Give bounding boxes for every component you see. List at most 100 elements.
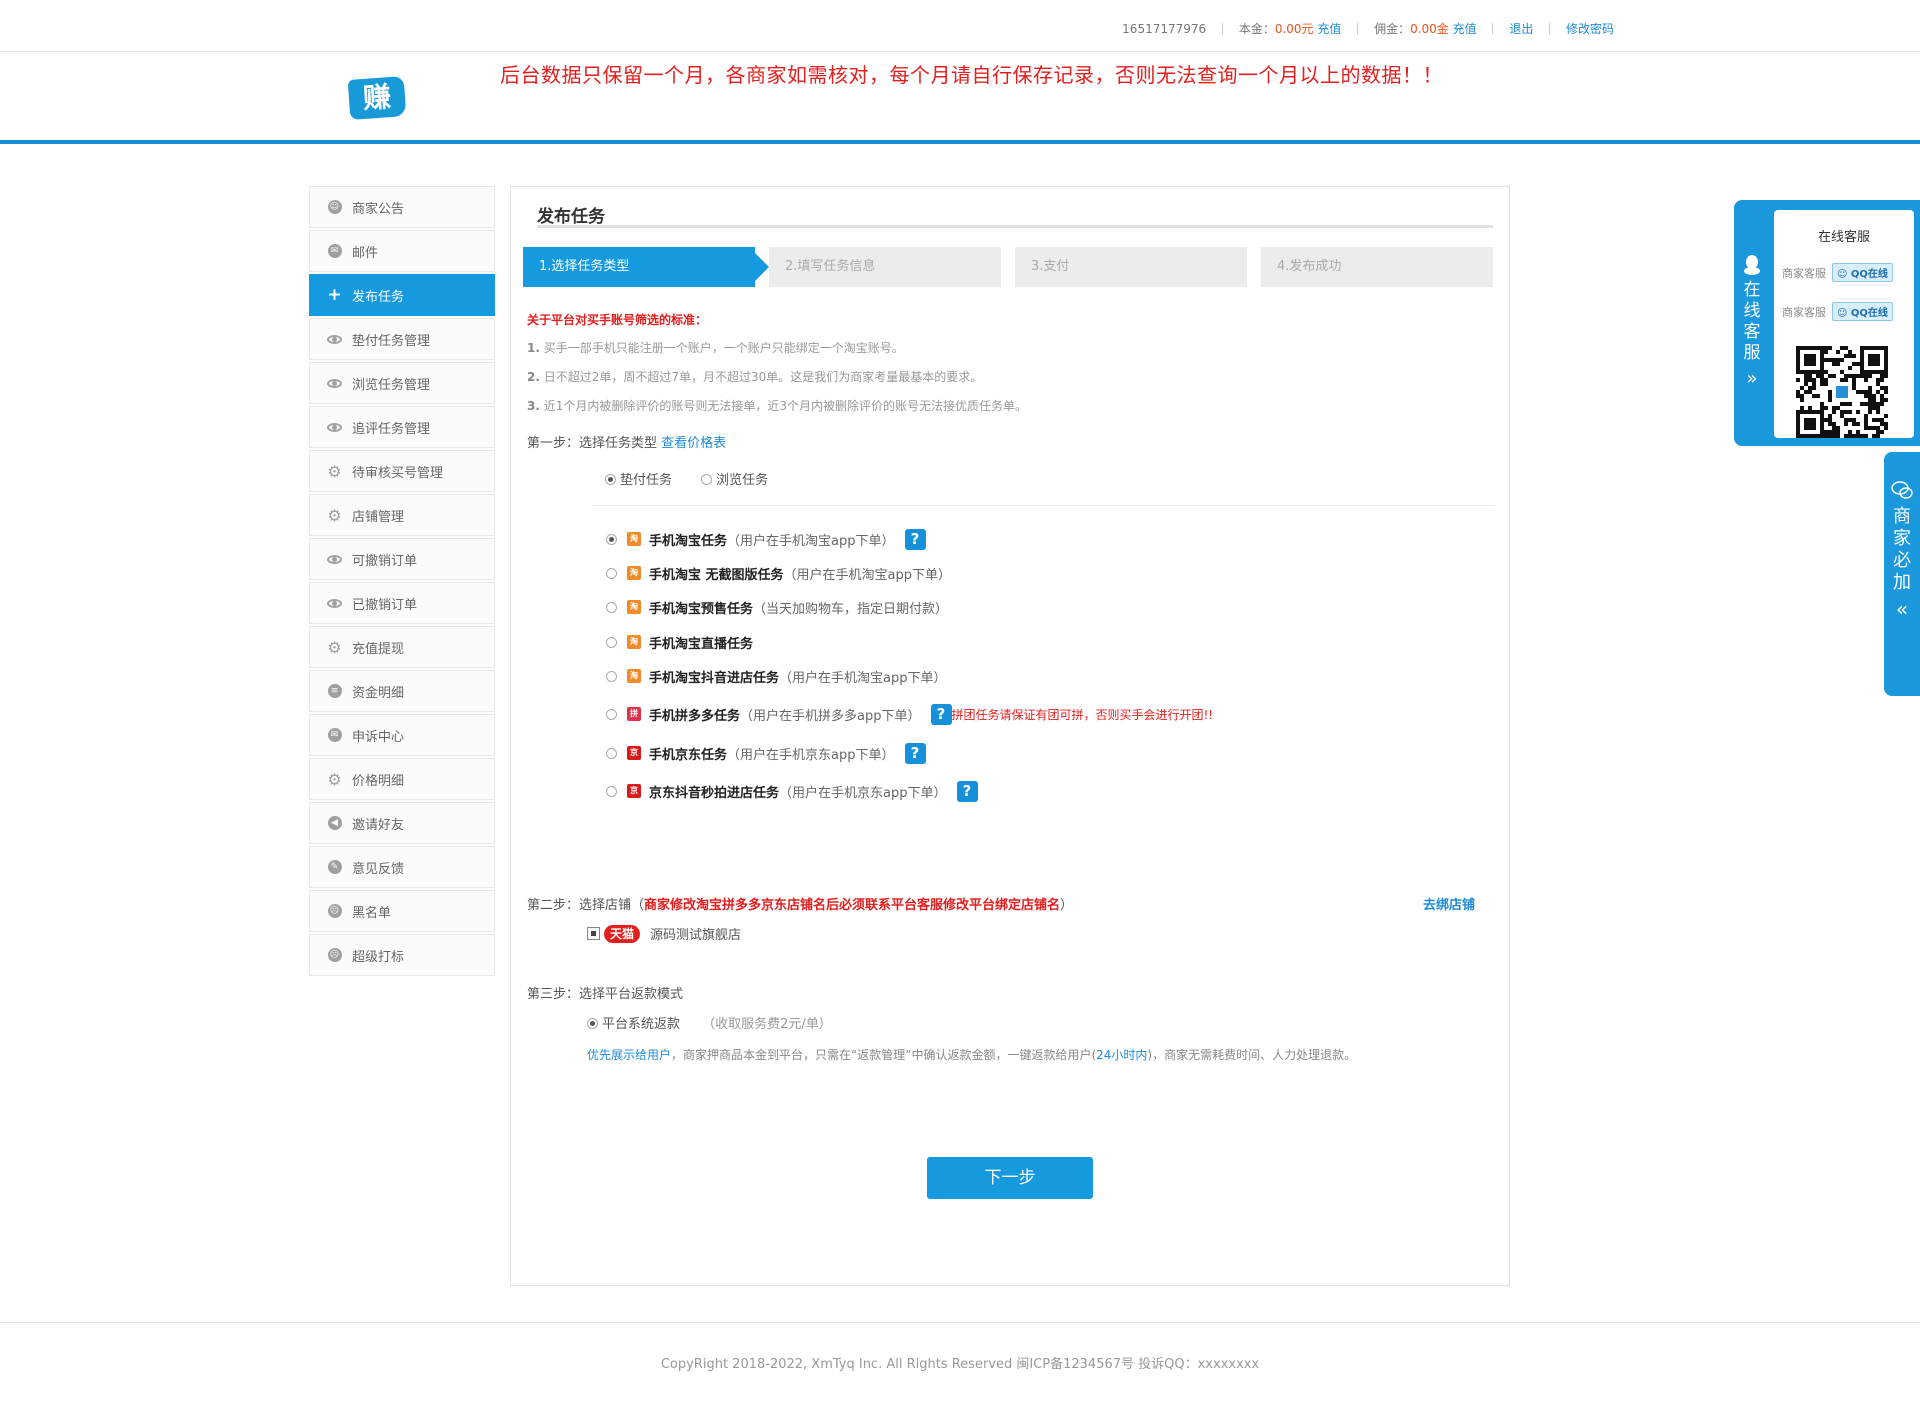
task-option[interactable]: 拼手机拼多多任务 （用户在手机拼多多app下单）? 拼团任务请保证有团可拼，否则买手… bbox=[606, 702, 1213, 726]
sidebar-item-11[interactable]: ≡ 资金明细 bbox=[309, 670, 495, 712]
sad-icon: ☹ bbox=[327, 948, 342, 963]
sidebar-item-17[interactable]: ☹ 超级打标 bbox=[309, 934, 495, 976]
rule-num: 1. bbox=[527, 341, 540, 355]
sidebar-item-9[interactable]: 已撤销订单 bbox=[309, 582, 495, 624]
logout-link[interactable]: 退出 bbox=[1509, 22, 1533, 36]
refund-mode-option[interactable]: 平台系统返款 （收取服务费2元/单） bbox=[587, 1013, 832, 1032]
step1-label: 第一步：选择任务类型 查看价格表 bbox=[527, 432, 726, 451]
sidebar-item-label: 邀请好友 bbox=[352, 817, 405, 833]
task-name: 手机京东任务 bbox=[649, 747, 728, 763]
rule-text: 日不超过2单，周不超过7单，月不超过30单。这是我们为商家考量最基本的要求。 bbox=[543, 370, 983, 384]
sidebar-item-7[interactable]: ⚙ 店铺管理 bbox=[309, 494, 495, 536]
refund-fee: （收取服务费2元/单） bbox=[702, 1017, 832, 1032]
radio-icon[interactable] bbox=[606, 567, 617, 579]
task-desc: （当天加购物车，指定日期付款） bbox=[753, 601, 949, 617]
radio-icon[interactable] bbox=[606, 785, 617, 797]
commission-value: 0.00金 bbox=[1410, 22, 1449, 36]
sidebar-item-16[interactable]: ☹ 黑名单 bbox=[309, 890, 495, 932]
service-label: 商家客服 bbox=[1782, 266, 1826, 280]
task-option[interactable]: 淘手机淘宝直播任务 bbox=[606, 630, 753, 654]
bind-shop-link[interactable]: 去绑店铺 bbox=[1423, 894, 1475, 913]
task-kind-browse[interactable]: 浏览任务 bbox=[701, 473, 768, 488]
help-icon[interactable]: ? bbox=[904, 528, 926, 550]
sidebar-item-1[interactable]: ✉ 邮件 bbox=[309, 230, 495, 272]
recharge-principal-link[interactable]: 充值 bbox=[1317, 22, 1341, 36]
rule-item: 2. 日不超过2单，周不超过7单，月不超过30单。这是我们为商家考量最基本的要求… bbox=[527, 368, 982, 385]
task-desc: （用户在手机淘宝app下单） bbox=[779, 670, 947, 686]
help-icon[interactable]: ? bbox=[904, 742, 926, 764]
qq-online-button[interactable]: ☺ QQ在线 bbox=[1832, 263, 1893, 282]
sidebar-item-5[interactable]: 追评任务管理 bbox=[309, 406, 495, 448]
radio-icon[interactable] bbox=[606, 601, 617, 613]
change-password-link[interactable]: 修改密码 bbox=[1566, 22, 1614, 36]
double-chevron-left-icon: « bbox=[1895, 597, 1909, 621]
task-desc: （用户在手机拼多多app下单） bbox=[740, 708, 921, 724]
rule-item: 3. 近1个月内被删除评价的账号则无法接单，近3个月内被删除评价的账号无法接优质… bbox=[527, 397, 1027, 414]
sidebar-item-label: 邮件 bbox=[352, 245, 379, 261]
task-option[interactable]: 京京东抖音秒拍进店任务 （用户在手机京东app下单）? bbox=[606, 779, 978, 803]
radio-icon[interactable] bbox=[606, 747, 617, 759]
task-kind-label: 浏览任务 bbox=[716, 473, 769, 488]
task-option[interactable]: 淘手机淘宝任务 （用户在手机淘宝app下单）? bbox=[606, 527, 926, 551]
radio-icon[interactable] bbox=[587, 1018, 598, 1029]
megaphone-icon: ◀ bbox=[327, 816, 342, 831]
task-option[interactable]: 京手机京东任务 （用户在手机京东app下单）? bbox=[606, 741, 926, 765]
sidebar-item-13[interactable]: ⚙ 价格明细 bbox=[309, 758, 495, 800]
next-step-button[interactable]: 下一步 bbox=[927, 1157, 1093, 1199]
qq-icon bbox=[1744, 255, 1760, 275]
service-tab[interactable]: 在线客服 » bbox=[1742, 254, 1762, 389]
sidebar-item-3[interactable]: 垫付任务管理 bbox=[309, 318, 495, 360]
footer-copyright: CopyRight 2018-2022, XmTyq Inc. All Righ… bbox=[660, 1357, 1260, 1372]
step-label: 1.选择任务类型 bbox=[539, 259, 630, 274]
task-kind-advance[interactable]: 垫付任务 bbox=[605, 473, 672, 488]
step2-text: 第二步：选择店铺（ bbox=[527, 898, 645, 913]
task-option[interactable]: 淘手机淘宝抖音进店任务 （用户在手机淘宝app下单） bbox=[606, 664, 947, 688]
qq-online-button[interactable]: ☺ QQ在线 bbox=[1832, 302, 1893, 321]
sidebar-item-10[interactable]: ⚙ 充值提现 bbox=[309, 626, 495, 668]
sidebar-item-label: 意见反馈 bbox=[352, 861, 405, 877]
task-option[interactable]: 淘手机淘宝 无截图版任务 （用户在手机淘宝app下单） bbox=[606, 561, 951, 585]
task-option[interactable]: 淘手机淘宝预售任务 （当天加购物车，指定日期付款） bbox=[606, 595, 948, 619]
eye-icon bbox=[327, 376, 342, 391]
recharge-commission-link[interactable]: 充值 bbox=[1453, 22, 1477, 36]
radio-icon[interactable] bbox=[606, 533, 617, 545]
logo[interactable]: 赚 bbox=[347, 76, 407, 120]
sidebar-item-label: 垫付任务管理 bbox=[352, 333, 431, 349]
sidebar-item-6[interactable]: ⚙ 待审核买号管理 bbox=[309, 450, 495, 492]
task-desc: （用户在手机京东app下单） bbox=[779, 785, 947, 801]
eye-icon bbox=[327, 420, 342, 435]
radio-icon[interactable] bbox=[606, 708, 617, 720]
sidebar-item-8[interactable]: 可撤销订单 bbox=[309, 538, 495, 580]
service-row: 商家客服 ☺ QQ在线 bbox=[1782, 302, 1893, 321]
gear-icon: ⚙ bbox=[327, 637, 342, 657]
sidebar-item-0[interactable]: ☺ 商家公告 bbox=[309, 186, 495, 228]
gear-icon: ⚙ bbox=[327, 461, 342, 481]
phone-number: 16517177976 bbox=[1122, 22, 1207, 36]
sidebar-item-14[interactable]: ◀ 邀请好友 bbox=[309, 802, 495, 844]
sidebar-item-4[interactable]: 浏览任务管理 bbox=[309, 362, 495, 404]
sidebar-item-2[interactable]: + 发布任务 bbox=[309, 274, 495, 316]
step1-text: 第一步：选择任务类型 bbox=[527, 436, 658, 451]
radio-icon[interactable] bbox=[606, 636, 617, 648]
top-bar: 16517177976 本金：0.00元 充值 佣金：0.00金 充值 退出 修… bbox=[0, 0, 1920, 52]
help-icon[interactable]: ? bbox=[930, 703, 952, 725]
price-table-link[interactable]: 查看价格表 bbox=[661, 436, 726, 451]
sidebar-item-label: 可撤销订单 bbox=[352, 553, 418, 569]
qr-code-image bbox=[1796, 346, 1888, 438]
task-name: 手机拼多多任务 bbox=[649, 708, 741, 724]
rule-text: 买手一部手机只能注册一个账户，一个账户只能绑定一个淘宝账号。 bbox=[543, 341, 904, 355]
shop-checkbox[interactable] bbox=[587, 927, 600, 940]
help-icon[interactable]: ? bbox=[956, 780, 978, 802]
sidebar-item-15[interactable]: ✎ 意见反馈 bbox=[309, 846, 495, 888]
radio-icon[interactable] bbox=[701, 474, 713, 485]
sidebar-item-12[interactable]: ✉ 申诉中心 bbox=[309, 714, 495, 756]
radio-icon[interactable] bbox=[605, 474, 616, 485]
merchant-must-add-tab[interactable]: 商家必加 « bbox=[1884, 452, 1920, 696]
footer-divider bbox=[0, 1322, 1920, 1323]
divider bbox=[591, 505, 1495, 506]
shop-option[interactable]: 天猫 源码测试旗舰店 bbox=[587, 924, 741, 943]
radio-icon[interactable] bbox=[606, 670, 617, 682]
title-underline bbox=[537, 225, 1493, 228]
task-name: 手机淘宝直播任务 bbox=[649, 636, 754, 652]
step-3: 3.支付 bbox=[1015, 247, 1247, 287]
